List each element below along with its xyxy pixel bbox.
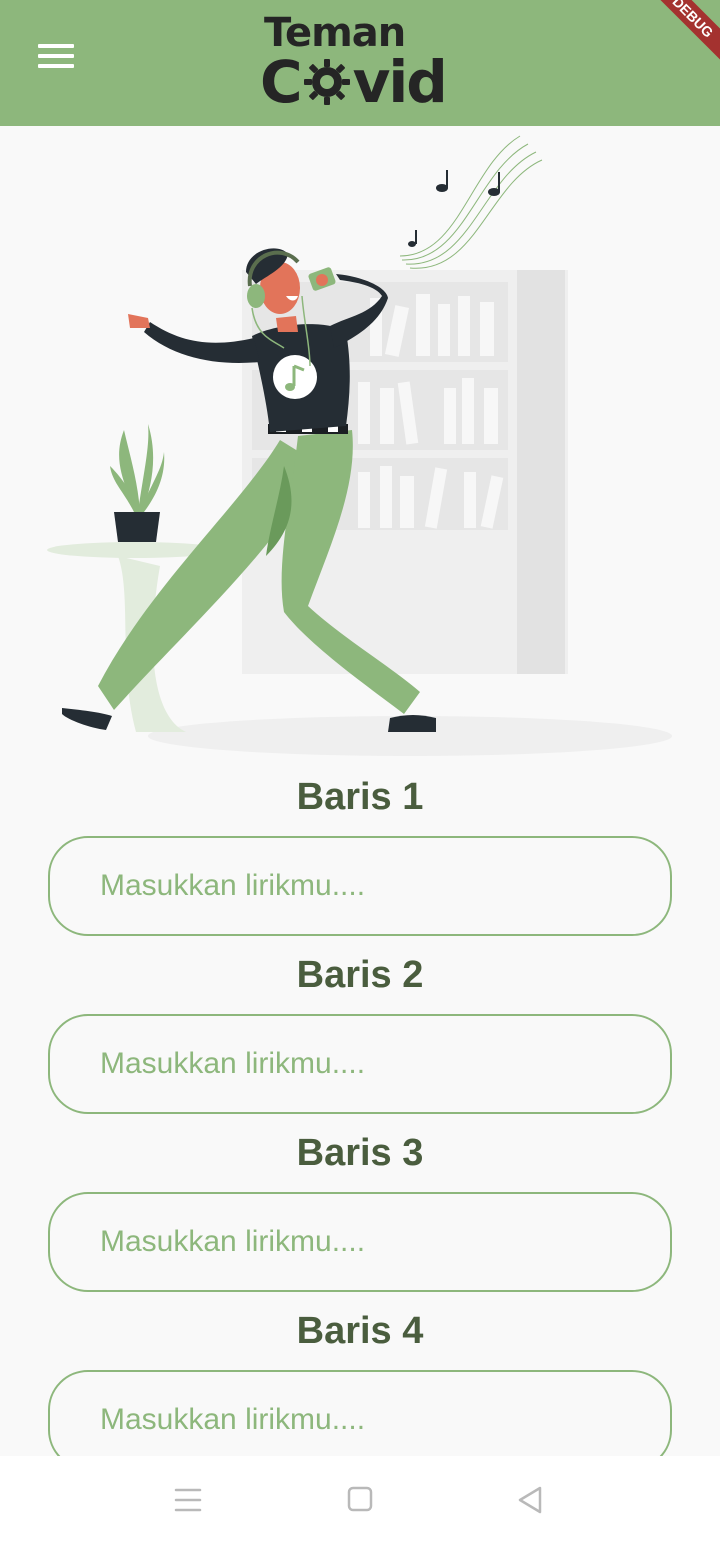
logo-text-vid: vid [352, 48, 448, 116]
row-label-2: Baris 2 [296, 954, 424, 996]
row-label-1: Baris 1 [296, 776, 424, 818]
lyric-field-3 [48, 1192, 672, 1292]
recents-button[interactable] [170, 1484, 206, 1516]
back-icon [518, 1486, 542, 1514]
debug-banner: DEBUG [639, 0, 720, 71]
virus-gear-icon [303, 59, 350, 105]
lyric-input-4[interactable] [50, 1372, 670, 1468]
system-navigation-bar [0, 1456, 720, 1544]
logo-text-c: C [260, 48, 303, 116]
menu-button[interactable] [30, 36, 82, 76]
lyric-field-4 [48, 1370, 672, 1470]
row-label-3: Baris 3 [296, 1132, 424, 1174]
recents-icon [174, 1488, 202, 1512]
back-button[interactable] [512, 1484, 548, 1516]
row-label-4: Baris 4 [296, 1310, 424, 1352]
lyric-input-1[interactable] [50, 838, 670, 934]
logo-text-bottom: C vid [260, 48, 448, 116]
hamburger-menu-icon [30, 36, 82, 76]
lyric-input-2[interactable] [50, 1016, 670, 1112]
app-bar: Teman C vid DEBUG [0, 0, 720, 126]
lyric-field-2 [48, 1014, 672, 1114]
lyric-input-3[interactable] [50, 1194, 670, 1290]
lyric-field-1 [48, 836, 672, 936]
home-button[interactable] [342, 1484, 378, 1516]
singing-person-illustration [47, 135, 672, 756]
app-logo: Teman C vid [258, 10, 464, 116]
home-icon [347, 1486, 373, 1512]
